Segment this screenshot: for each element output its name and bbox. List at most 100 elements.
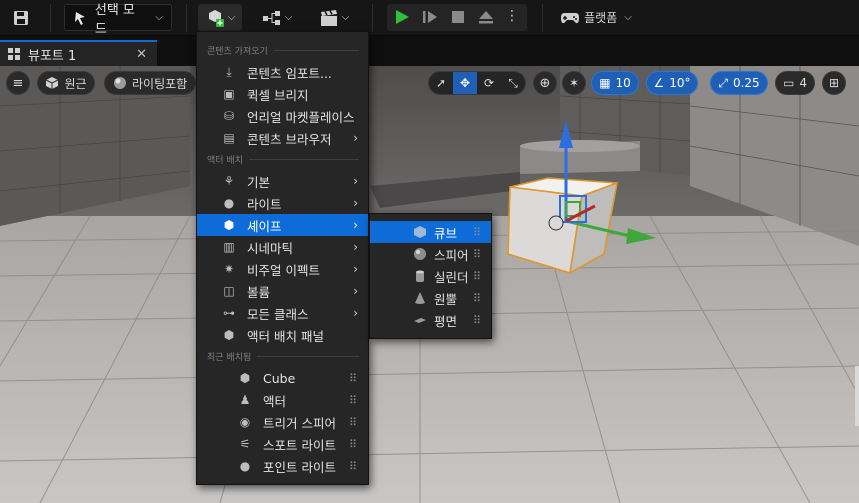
camera-speed-value: 4 — [799, 76, 807, 90]
add-actor-icon: ⬢ — [223, 328, 235, 342]
menu-item-basic[interactable]: ⚘ 기본 › — [197, 170, 368, 192]
drag-handle-icon[interactable]: ⠿ — [473, 270, 481, 283]
surface-snap-icon[interactable]: ✶ — [562, 71, 586, 95]
lightbulb-icon: ● — [239, 459, 251, 473]
viewport-scrollbar[interactable] — [855, 366, 859, 426]
select-tool-icon[interactable]: ➚ — [429, 72, 453, 94]
view-mode-button[interactable]: 라이팅포함 — [104, 71, 196, 95]
drag-handle-icon[interactable]: ⠿ — [349, 460, 357, 473]
menu-item-volumes[interactable]: ◫ 볼륨 › — [197, 280, 368, 302]
drag-handle-icon[interactable]: ⠿ — [473, 226, 481, 239]
cinematics-button[interactable]: ⌵ — [312, 4, 356, 31]
drag-handle-icon[interactable]: ⠿ — [349, 438, 357, 451]
section-place-actors: 액터 배치 — [207, 153, 359, 166]
tab-bar: 뷰포트 1 ✕ — [0, 36, 859, 66]
chevron-right-icon: › — [353, 262, 358, 276]
eject-icon[interactable] — [477, 8, 495, 29]
platform-button[interactable]: 플랫폼 ⌵ — [555, 4, 637, 31]
recent-item-point-light[interactable]: ● 포인트 라이트 ⠿ — [197, 455, 368, 477]
shape-item-cone[interactable]: 원뿔 ⠿ — [370, 287, 491, 309]
move-tool-icon[interactable]: ✥ — [453, 72, 477, 94]
gamepad-icon — [561, 12, 580, 23]
blueprint-icon — [262, 10, 280, 25]
viewport-layout-icon[interactable]: ⊞ — [822, 71, 846, 95]
lit-sphere-icon — [114, 77, 126, 89]
grid-snap-toggle[interactable]: ▦ 10 — [591, 71, 639, 95]
play-options-icon[interactable]: ⋮ — [505, 7, 519, 25]
close-icon[interactable]: ✕ — [136, 47, 147, 62]
clapperboard-icon: ▥ — [223, 240, 235, 254]
drag-handle-icon[interactable]: ⠿ — [473, 314, 481, 327]
rotation-snap-value: 10° — [669, 76, 691, 90]
chevron-right-icon: › — [353, 240, 358, 254]
select-mode-icon — [74, 11, 85, 25]
menu-item-cinematic[interactable]: ▥ 시네마틱 › — [197, 236, 368, 258]
rotation-snap-toggle[interactable]: ∠ 10° — [646, 71, 698, 95]
chevron-right-icon: › — [353, 196, 358, 210]
hamburger-icon: ≡ — [12, 75, 24, 91]
blueprint-button[interactable]: ⌵ — [255, 4, 299, 31]
rotate-tool-icon[interactable]: ⟳ — [477, 72, 501, 94]
drag-handle-icon[interactable]: ⠿ — [349, 372, 357, 385]
menu-item-import-content[interactable]: ⤓ 콘텐츠 임포트... — [197, 61, 368, 83]
class-tree-icon: ⊶ — [223, 306, 235, 320]
spotlight-icon: ⚟ — [239, 437, 251, 451]
shape-item-plane[interactable]: 평면 ⠿ — [370, 309, 491, 331]
view-mode-label: 라이팅포함 — [132, 76, 188, 91]
select-mode-label: 선택 모드 — [94, 2, 135, 37]
grid-snap-value: 10 — [615, 76, 631, 90]
scale-snap-toggle[interactable]: ⤢ 0.25 — [710, 71, 768, 95]
camera-icon: ▭ — [783, 76, 795, 90]
recent-item-cube[interactable]: ⬢ Cube ⠿ — [197, 367, 368, 389]
play-icon[interactable] — [393, 8, 411, 29]
drag-handle-icon[interactable]: ⠿ — [473, 248, 481, 261]
recent-item-actor[interactable]: ♟ 액터 ⠿ — [197, 389, 368, 411]
shape-item-cylinder[interactable]: 실린더 ⠿ — [370, 265, 491, 287]
menu-item-visual-effects[interactable]: ✷ 비주얼 이펙트 › — [197, 258, 368, 280]
tab-viewport-1[interactable]: 뷰포트 1 ✕ — [0, 40, 157, 66]
camera-speed-button[interactable]: ▭ 4 — [775, 71, 815, 95]
shape-item-cube[interactable]: 큐브 ⠿ — [370, 221, 491, 243]
basic-shapes-icon: ⚘ — [223, 174, 235, 188]
grid-icon: ▦ — [599, 76, 611, 90]
quick-add-menu: 콘텐츠 가져오기 ⤓ 콘텐츠 임포트... ▣ 퀵셀 브리지 ⛁ 언리얼 마켓플… — [196, 31, 369, 485]
menu-item-place-actors-panel[interactable]: ⬢ 액터 배치 패널 — [197, 324, 368, 346]
chevron-right-icon: › — [353, 131, 358, 145]
select-mode-button[interactable]: 선택 모드 ⌵ — [64, 3, 172, 37]
menu-item-all-classes[interactable]: ⊶ 모든 클래스 › — [197, 302, 368, 324]
transform-tools: ➚ ✥ ⟳ ⤡ — [428, 71, 526, 95]
world-space-icon[interactable]: ⊕ — [533, 71, 557, 95]
shape-cube-icon: ⬢ — [223, 218, 235, 232]
menu-item-shapes[interactable]: ⬢ 셰이프 › — [197, 214, 368, 236]
drag-handle-icon[interactable]: ⠿ — [349, 416, 357, 429]
viewport-menu-button[interactable]: ≡ — [6, 71, 30, 95]
stop-icon[interactable] — [449, 8, 467, 29]
perspective-label: 원근 — [64, 76, 87, 91]
drag-handle-icon[interactable]: ⠿ — [349, 394, 357, 407]
scale-tool-icon[interactable]: ⤡ — [501, 72, 525, 94]
recent-item-trigger-sphere[interactable]: ◉ 트리거 스피어 ⠿ — [197, 411, 368, 433]
folder-icon: ▤ — [223, 131, 235, 145]
save-icon[interactable] — [6, 4, 36, 31]
sphere-icon — [412, 246, 428, 262]
menu-item-content-browser[interactable]: ▤ 콘텐츠 브라우저 › — [197, 127, 368, 149]
volume-box-icon: ◫ — [223, 284, 235, 298]
add-actor-button[interactable]: ⌵ — [198, 4, 242, 31]
marketplace-bag-icon: ⛁ — [223, 109, 235, 123]
import-icon: ⤓ — [226, 64, 232, 79]
viewport-grid-icon — [8, 48, 20, 60]
chevron-right-icon: › — [353, 174, 358, 188]
recent-item-spot-light[interactable]: ⚟ 스포트 라이트 ⠿ — [197, 433, 368, 455]
menu-item-quixel-bridge[interactable]: ▣ 퀵셀 브리지 — [197, 83, 368, 105]
sparkle-icon: ✷ — [223, 262, 235, 276]
menu-item-marketplace[interactable]: ⛁ 언리얼 마켓플레이스 — [197, 105, 368, 127]
drag-handle-icon[interactable]: ⠿ — [473, 292, 481, 305]
cube-icon: ⬢ — [239, 371, 251, 385]
perspective-button[interactable]: 원근 — [37, 71, 95, 95]
chevron-right-icon: › — [353, 218, 358, 232]
advance-frame-icon[interactable] — [421, 8, 439, 29]
chevron-right-icon: › — [353, 284, 358, 298]
menu-item-lights[interactable]: ● 라이트 › — [197, 192, 368, 214]
scale-snap-value: 0.25 — [732, 76, 760, 90]
shape-item-sphere[interactable]: 스피어 ⠿ — [370, 243, 491, 265]
